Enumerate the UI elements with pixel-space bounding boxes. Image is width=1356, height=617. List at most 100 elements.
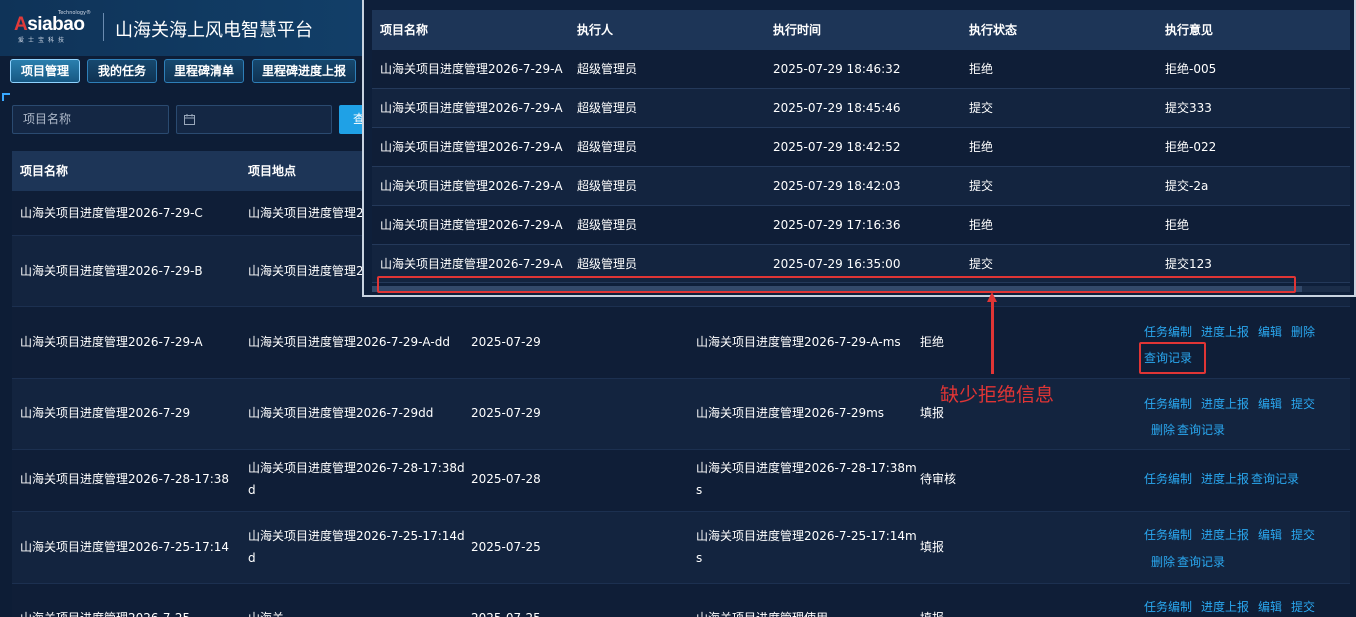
record-opinion: 提交333 (1165, 101, 1212, 115)
popup-table-header: 项目名称 执行人 执行时间 执行状态 执行意见 (372, 10, 1350, 50)
record-time: 2025-07-29 18:46:32 (773, 62, 901, 76)
delete-link[interactable]: 删除 (1151, 421, 1175, 438)
record-status: 拒绝 (969, 62, 994, 76)
submit-link[interactable]: 提交 (1291, 526, 1315, 543)
logo-brand-text: Asiabao (14, 14, 85, 35)
col-header-project-name: 项目名称 (20, 164, 69, 178)
cell-project-location-wrap: d (248, 551, 256, 565)
tab-milestone-list[interactable]: 里程碑清单 (164, 59, 244, 83)
execution-record-popup: 项目名称 执行人 执行时间 执行状态 执行意见 山海关项目进度管理2026-7-… (362, 0, 1356, 297)
cell-status: 填报 (920, 540, 945, 554)
record-time: 2025-07-29 18:42:03 (773, 179, 901, 193)
panel-corner-decoration (2, 93, 10, 101)
cell-description: 山海关项目进度管理2026-7-29-A-ms (696, 335, 901, 349)
cell-status: 拒绝 (920, 335, 945, 349)
col-header-exec-status: 执行状态 (969, 23, 1018, 37)
col-header-project-location: 项目地点 (248, 164, 297, 178)
task-plan-link[interactable]: 任务编制 (1144, 323, 1192, 340)
record-project-name: 山海关项目进度管理2026-7-29-A (380, 101, 563, 115)
cell-project-location: 山海关项目进度管理2 (248, 264, 364, 278)
cell-project-location: 山海关项目进度管理2026-7-25-17:14d (248, 529, 465, 543)
task-plan-link[interactable]: 任务编制 (1144, 598, 1192, 615)
cell-project-name: 山海关项目进度管理2026-7-25-17:14 (20, 540, 230, 554)
record-executor: 超级管理员 (577, 218, 638, 232)
cell-project-location: 山海关项目进度管理2 (248, 206, 364, 220)
edit-link[interactable]: 编辑 (1258, 598, 1282, 615)
task-plan-link[interactable]: 任务编制 (1144, 470, 1192, 487)
progress-report-link[interactable]: 进度上报 (1201, 395, 1249, 412)
cell-project-name: 山海关项目进度管理2026-7-29 (20, 406, 191, 420)
progress-report-link[interactable]: 进度上报 (1201, 598, 1249, 615)
task-plan-link[interactable]: 任务编制 (1144, 526, 1192, 543)
query-record-link[interactable]: 查询记录 (1251, 470, 1299, 487)
cell-project-location-wrap: d (248, 483, 256, 497)
record-time: 2025-07-29 18:42:52 (773, 140, 901, 154)
col-header-exec-time: 执行时间 (773, 23, 822, 37)
record-status: 提交 (969, 101, 994, 115)
tab-project-management[interactable]: 项目管理 (10, 59, 80, 83)
cell-description: 山海关项目进度管理2026-7-29ms (696, 406, 885, 420)
annotation-highlight-box-query-record (1139, 342, 1206, 374)
cell-date: 2025-07-29 (471, 335, 541, 349)
cell-date: 2025-07-25 (471, 540, 541, 554)
record-row: 山海关项目进度管理2026-7-29-A 超级管理员 2025-07-29 17… (372, 206, 1350, 245)
delete-link[interactable]: 删除 (1151, 553, 1175, 570)
record-opinion: 拒绝-005 (1165, 62, 1217, 76)
company-logo: Technology® Asiabao 爱士宝科技 (14, 10, 94, 44)
record-time: 2025-07-29 18:45:46 (773, 101, 901, 115)
col-header-executor: 执行人 (577, 23, 614, 37)
record-opinion: 拒绝-022 (1165, 140, 1217, 154)
progress-report-link[interactable]: 进度上报 (1201, 323, 1249, 340)
record-project-name: 山海关项目进度管理2026-7-29-A (380, 140, 563, 154)
record-project-name: 山海关项目进度管理2026-7-29-A (380, 218, 563, 232)
record-time: 2025-07-29 17:16:36 (773, 218, 901, 232)
annotation-arrow-line (991, 298, 994, 374)
record-project-name: 山海关项目进度管理2026-7-29-A (380, 179, 563, 193)
table-row: 山海关项目进度管理2026-7-29 山海关项目进度管理2026-7-29dd … (12, 379, 1350, 450)
date-picker-input[interactable] (176, 105, 332, 134)
cell-date: 2025-07-25 (471, 607, 541, 617)
tab-milestone-progress-report[interactable]: 里程碑进度上报 (252, 59, 356, 83)
cell-description-wrap: s (696, 551, 703, 565)
edit-link[interactable]: 编辑 (1258, 395, 1282, 412)
tab-my-tasks[interactable]: 我的任务 (87, 59, 157, 83)
record-opinion: 提交-2a (1165, 179, 1209, 193)
calendar-icon (184, 114, 195, 125)
progress-report-link[interactable]: 进度上报 (1201, 526, 1249, 543)
record-executor: 超级管理员 (577, 101, 638, 115)
record-status: 拒绝 (969, 218, 994, 232)
table-row: 山海关项目进度管理2026-7-28-17:38 山海关项目进度管理2026-7… (12, 450, 1350, 512)
task-plan-link[interactable]: 任务编制 (1144, 395, 1192, 412)
record-executor: 超级管理员 (577, 179, 638, 193)
record-row: 山海关项目进度管理2026-7-29-A 超级管理员 2025-07-29 18… (372, 50, 1350, 89)
cell-project-location: 山海关项目进度管理2026-7-28-17:38d (248, 461, 465, 475)
cell-project-name: 山海关项目进度管理2026-7-28-17:38 (20, 472, 230, 486)
cell-description-wrap: s (696, 483, 703, 497)
record-project-name: 山海关项目进度管理2026-7-29-A (380, 62, 563, 76)
edit-link[interactable]: 编辑 (1258, 526, 1282, 543)
query-record-link[interactable]: 查询记录 (1177, 553, 1225, 570)
cell-date: 2025-07-28 (471, 472, 541, 486)
cell-status: 填报 (920, 607, 944, 617)
project-name-search-input[interactable]: 项目名称 (12, 105, 169, 134)
cell-project-location: 山海关 (248, 607, 284, 617)
record-executor: 超级管理员 (577, 62, 638, 76)
col-header-exec-opinion: 执行意见 (1165, 23, 1214, 37)
record-opinion: 拒绝 (1165, 218, 1190, 232)
progress-report-link[interactable]: 进度上报 (1201, 470, 1249, 487)
delete-link[interactable]: 删除 (1291, 323, 1315, 340)
record-executor: 超级管理员 (577, 140, 638, 154)
record-row: 山海关项目进度管理2026-7-29-A 超级管理员 2025-07-29 18… (372, 89, 1350, 128)
table-row: 山海关项目进度管理2026-7-25 山海关 2025-07-25 山海关项目进… (12, 584, 1350, 617)
record-status: 提交 (969, 179, 994, 193)
query-record-link[interactable]: 查询记录 (1177, 421, 1225, 438)
record-row: 山海关项目进度管理2026-7-29-A 超级管理员 2025-07-29 18… (372, 167, 1350, 206)
cell-status: 待审核 (920, 472, 957, 486)
record-status: 拒绝 (969, 140, 994, 154)
platform-title: 山海关海上风电智慧平台 (115, 20, 313, 41)
submit-link[interactable]: 提交 (1291, 395, 1315, 412)
edit-link[interactable]: 编辑 (1258, 323, 1282, 340)
header-divider (103, 13, 104, 41)
cell-project-name: 山海关项目进度管理2026-7-25 (20, 607, 190, 617)
submit-link[interactable]: 提交 (1291, 598, 1315, 615)
